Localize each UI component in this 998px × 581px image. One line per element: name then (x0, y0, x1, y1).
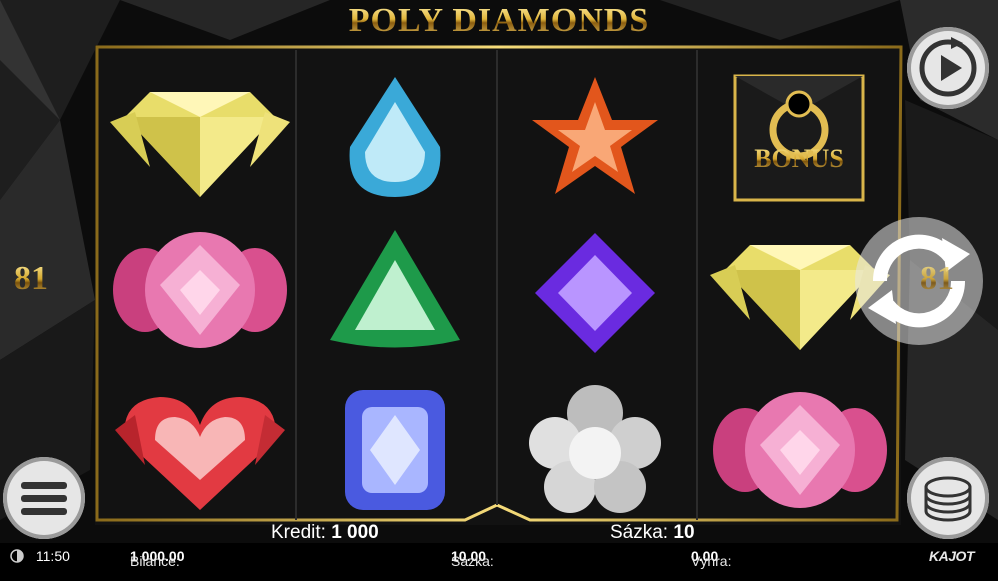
autospin-button[interactable] (850, 212, 988, 350)
menu-button[interactable] (3, 457, 85, 539)
symbol-orange-star (532, 77, 658, 194)
play-button[interactable] (907, 27, 989, 109)
bilance: Bilance: 1 000.00 (130, 548, 185, 569)
menu-icon (21, 482, 67, 515)
lines-count-right: 81 (920, 260, 954, 297)
time: 11:50 (35, 548, 70, 564)
play-icon (919, 37, 977, 97)
vyhra: Výhra: 0.00 (691, 548, 731, 569)
symbol-blue-cushion (345, 390, 445, 510)
bilance-label: Bilance: (130, 553, 180, 569)
symbol-green-trillion (330, 230, 460, 348)
symbol-red-heart (115, 397, 285, 510)
symbol-purple-square (535, 233, 655, 353)
kredit-value: 1 000 (331, 522, 379, 543)
clock-icon (10, 549, 24, 563)
symbol-pink-gem (113, 232, 287, 348)
sazka-info: Sázka: 10 (610, 522, 695, 544)
kredit-info: Kredit: 1 000 (271, 522, 379, 544)
autospin-icon (855, 217, 983, 345)
status-bar: 11:50 Bilance: 1 000.00 Sázka: 10.00 Výh… (0, 543, 998, 581)
symbol-bonus-ring (733, 74, 865, 202)
symbol-silver-flower (529, 385, 661, 513)
sazka-label: Sázka: (610, 522, 669, 543)
bet-button[interactable] (907, 457, 989, 539)
symbol-pink-gem (713, 392, 887, 508)
symbol-yellow-diamond (110, 92, 290, 197)
bonus-label: BONUS (738, 144, 860, 174)
clock: 11:50 (10, 548, 70, 564)
chips-icon (924, 476, 972, 522)
brand-logo: KAJOT (929, 548, 974, 564)
symbol-blue-drop (349, 77, 441, 197)
status-sazka: Sázka: 10.00 (451, 548, 494, 569)
sazka-value: 10 (673, 522, 695, 543)
status-sazka-label: Sázka: (451, 553, 494, 569)
vyhra-label: Výhra: (691, 553, 732, 569)
lines-count-left: 81 (14, 260, 48, 297)
game-title: POLY DIAMONDS (0, 2, 998, 40)
kredit-label: Kredit: (271, 522, 326, 543)
